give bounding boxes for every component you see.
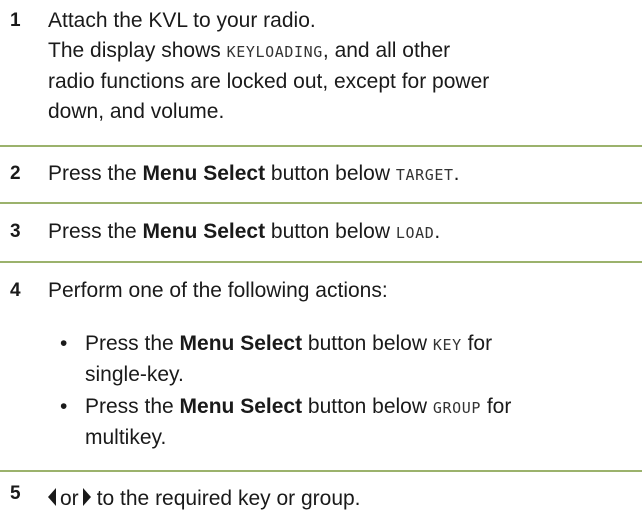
step-text: Press the Menu Select button below TARGE… xyxy=(48,159,638,190)
text-run: . xyxy=(453,162,460,185)
divider xyxy=(0,145,642,147)
button-name: Menu Select xyxy=(179,395,303,418)
bullet-line: multikey. xyxy=(85,426,167,449)
text-run: The display shows xyxy=(48,39,227,62)
text-run: button below xyxy=(265,220,396,243)
text-run: button below xyxy=(302,395,433,418)
bullet-icon: • xyxy=(60,395,68,418)
display-text: TARGET xyxy=(395,166,454,184)
display-text: KEY xyxy=(432,336,462,354)
step-text: Perform one of the following actions: xyxy=(48,279,388,302)
text-run: . xyxy=(434,220,441,243)
step-number: 5 xyxy=(10,483,21,504)
bullet-line: single-key. xyxy=(85,363,184,386)
display-text: GROUP xyxy=(432,399,482,417)
bullet-line: Press the Menu Select button below KEY f… xyxy=(85,329,638,360)
divider xyxy=(0,261,642,263)
text-run: button below xyxy=(265,162,396,185)
text-run: Press the xyxy=(48,162,143,185)
display-text: KEYLOADING xyxy=(226,43,323,61)
step-line: Attach the KVL to your radio. xyxy=(48,9,316,32)
step-line: The display shows KEYLOADING, and all ot… xyxy=(48,36,638,67)
bullet-line: Press the Menu Select button below GROUP… xyxy=(85,392,638,423)
step-text: Press the Menu Select button below LOAD. xyxy=(48,217,638,248)
text-run: button below xyxy=(302,332,433,355)
step-number: 1 xyxy=(10,10,21,31)
step-text: or to the required key or group. xyxy=(42,484,638,514)
bullet-text: Press the Menu Select button below KEY f… xyxy=(85,329,638,390)
right-arrow-icon xyxy=(82,488,91,507)
button-name: Menu Select xyxy=(142,162,266,185)
step-number: 2 xyxy=(10,163,21,184)
step-line: radio functions are locked out, except f… xyxy=(48,70,490,93)
left-arrow-icon xyxy=(48,488,56,507)
text-run: for xyxy=(461,332,493,355)
step-number: 4 xyxy=(10,280,21,301)
step-line: down, and volume. xyxy=(48,100,225,123)
text-run: to the required key or group. xyxy=(96,487,361,510)
divider xyxy=(0,202,642,204)
text-run: Press the xyxy=(48,220,143,243)
step-number: 3 xyxy=(10,221,21,242)
text-run: or xyxy=(60,487,79,510)
step-text: Attach the KVL to your radio. The displa… xyxy=(48,6,638,127)
display-text: LOAD xyxy=(395,224,435,242)
text-run: for xyxy=(481,395,512,418)
bullet-text: Press the Menu Select button below GROUP… xyxy=(85,392,638,453)
text-run: , and all other xyxy=(322,39,451,62)
text-run: Press the xyxy=(85,332,180,355)
text-run: Press the xyxy=(85,395,180,418)
button-name: Menu Select xyxy=(179,332,303,355)
button-name: Menu Select xyxy=(142,220,266,243)
divider xyxy=(0,470,642,472)
bullet-icon: • xyxy=(60,332,68,355)
